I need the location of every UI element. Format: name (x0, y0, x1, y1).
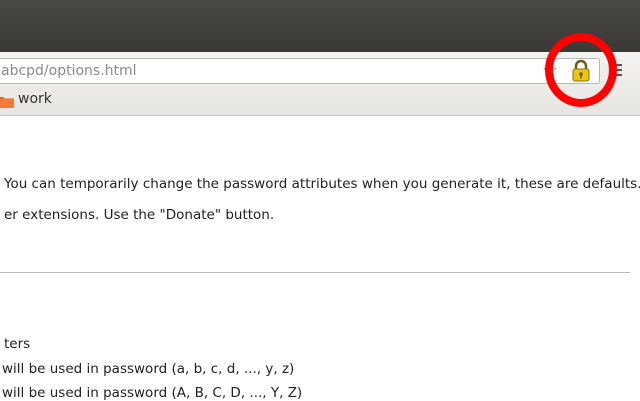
bookmark-item-work[interactable]: work (18, 91, 52, 107)
address-bar[interactable]: abcpd/options.html (0, 58, 600, 84)
section-divider (0, 272, 630, 273)
defaults-note: You can temporarily change the password … (4, 176, 640, 192)
lowercase-option-label: will be used in password (a, b, c, d, ..… (2, 361, 295, 377)
page-content (0, 116, 640, 400)
window-titlebar (0, 0, 640, 52)
annotation-circle (545, 33, 617, 107)
url-text: abcpd/options.html (1, 63, 137, 79)
donate-note: er extensions. Use the "Donate" button. (4, 207, 275, 223)
folder-icon (0, 93, 14, 108)
section-heading: ters (4, 336, 31, 352)
uppercase-option-label: will be used in password (A, B, C, D, ..… (2, 385, 303, 401)
bookmarks-bar (0, 88, 640, 116)
